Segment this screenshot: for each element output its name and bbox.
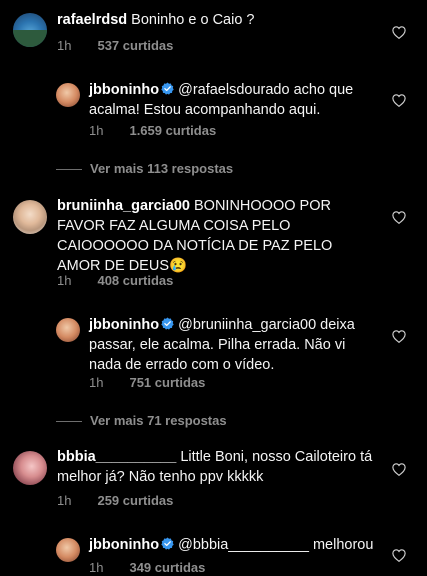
reply-time: 1h xyxy=(89,123,104,138)
comment-text: bbbia__________ Little Boni, nosso Cailo… xyxy=(57,447,375,487)
comment-meta: 1h 259 curtidas xyxy=(57,493,173,508)
heart-outline-icon[interactable] xyxy=(392,463,406,476)
comment-time: 1h xyxy=(57,273,72,288)
reply-likes[interactable]: 1.659 curtidas xyxy=(129,123,216,138)
view-more-label: Ver mais 71 respostas xyxy=(90,413,227,428)
heart-outline-icon[interactable] xyxy=(392,94,406,107)
view-more-label: Ver mais 113 respostas xyxy=(90,161,234,176)
divider xyxy=(56,421,82,423)
comment-likes[interactable]: 537 curtidas xyxy=(97,38,173,53)
reply-text: jbboninho @bbbia__________ melhorou xyxy=(89,535,379,555)
avatar[interactable] xyxy=(56,318,80,342)
view-more-replies[interactable]: Ver mais 113 respostas xyxy=(56,161,233,176)
divider xyxy=(56,169,82,171)
comment-time: 1h xyxy=(57,493,72,508)
heart-outline-icon[interactable] xyxy=(392,26,406,39)
reply-username[interactable]: jbboninho xyxy=(89,82,159,98)
comment-username[interactable]: rafaelrdsd xyxy=(57,12,127,28)
verified-badge-icon xyxy=(161,537,174,550)
reply-time: 1h xyxy=(89,375,104,390)
avatar[interactable] xyxy=(13,451,47,485)
reply-likes[interactable]: 349 curtidas xyxy=(129,560,205,575)
verified-badge-icon xyxy=(161,82,174,95)
reply-body: @bbbia__________ melhorou xyxy=(178,537,374,553)
reply-time: 1h xyxy=(89,560,104,575)
heart-outline-icon[interactable] xyxy=(392,211,406,224)
comment-username[interactable]: bruniinha_garcia00 xyxy=(57,198,190,214)
comment-meta: 1h 537 curtidas xyxy=(57,38,173,53)
verified-badge-icon xyxy=(161,317,174,330)
reply-text: jbboninho @bruniinha_garcia00 deixa pass… xyxy=(89,315,379,375)
comment-likes[interactable]: 408 curtidas xyxy=(97,273,173,288)
avatar[interactable] xyxy=(13,200,47,234)
avatar[interactable] xyxy=(13,13,47,47)
reply-username[interactable]: jbboninho xyxy=(89,537,159,553)
comment-username[interactable]: bbbia__________ xyxy=(57,449,176,465)
comment-time: 1h xyxy=(57,38,72,53)
view-more-replies[interactable]: Ver mais 71 respostas xyxy=(56,413,227,428)
comment-body: Boninho e o Caio ? xyxy=(131,12,255,28)
comment-text: rafaelrdsd Boninho e o Caio ? xyxy=(57,10,377,30)
heart-outline-icon[interactable] xyxy=(392,549,406,562)
reply-username[interactable]: jbboninho xyxy=(89,317,159,333)
reply-likes[interactable]: 751 curtidas xyxy=(129,375,205,390)
avatar[interactable] xyxy=(56,83,80,107)
comment-meta: 1h 408 curtidas xyxy=(57,273,173,288)
reply-meta: 1h 1.659 curtidas xyxy=(89,123,216,138)
heart-outline-icon[interactable] xyxy=(392,330,406,343)
comment-likes[interactable]: 259 curtidas xyxy=(97,493,173,508)
reply-meta: 1h 751 curtidas xyxy=(89,375,205,390)
avatar[interactable] xyxy=(56,538,80,562)
comment-text: bruniinha_garcia00 BONINHOOOO POR FAVOR … xyxy=(57,196,379,276)
reply-text: jbboninho @rafaelsdourado acho que acalm… xyxy=(89,80,374,120)
reply-meta: 1h 349 curtidas xyxy=(89,560,205,575)
